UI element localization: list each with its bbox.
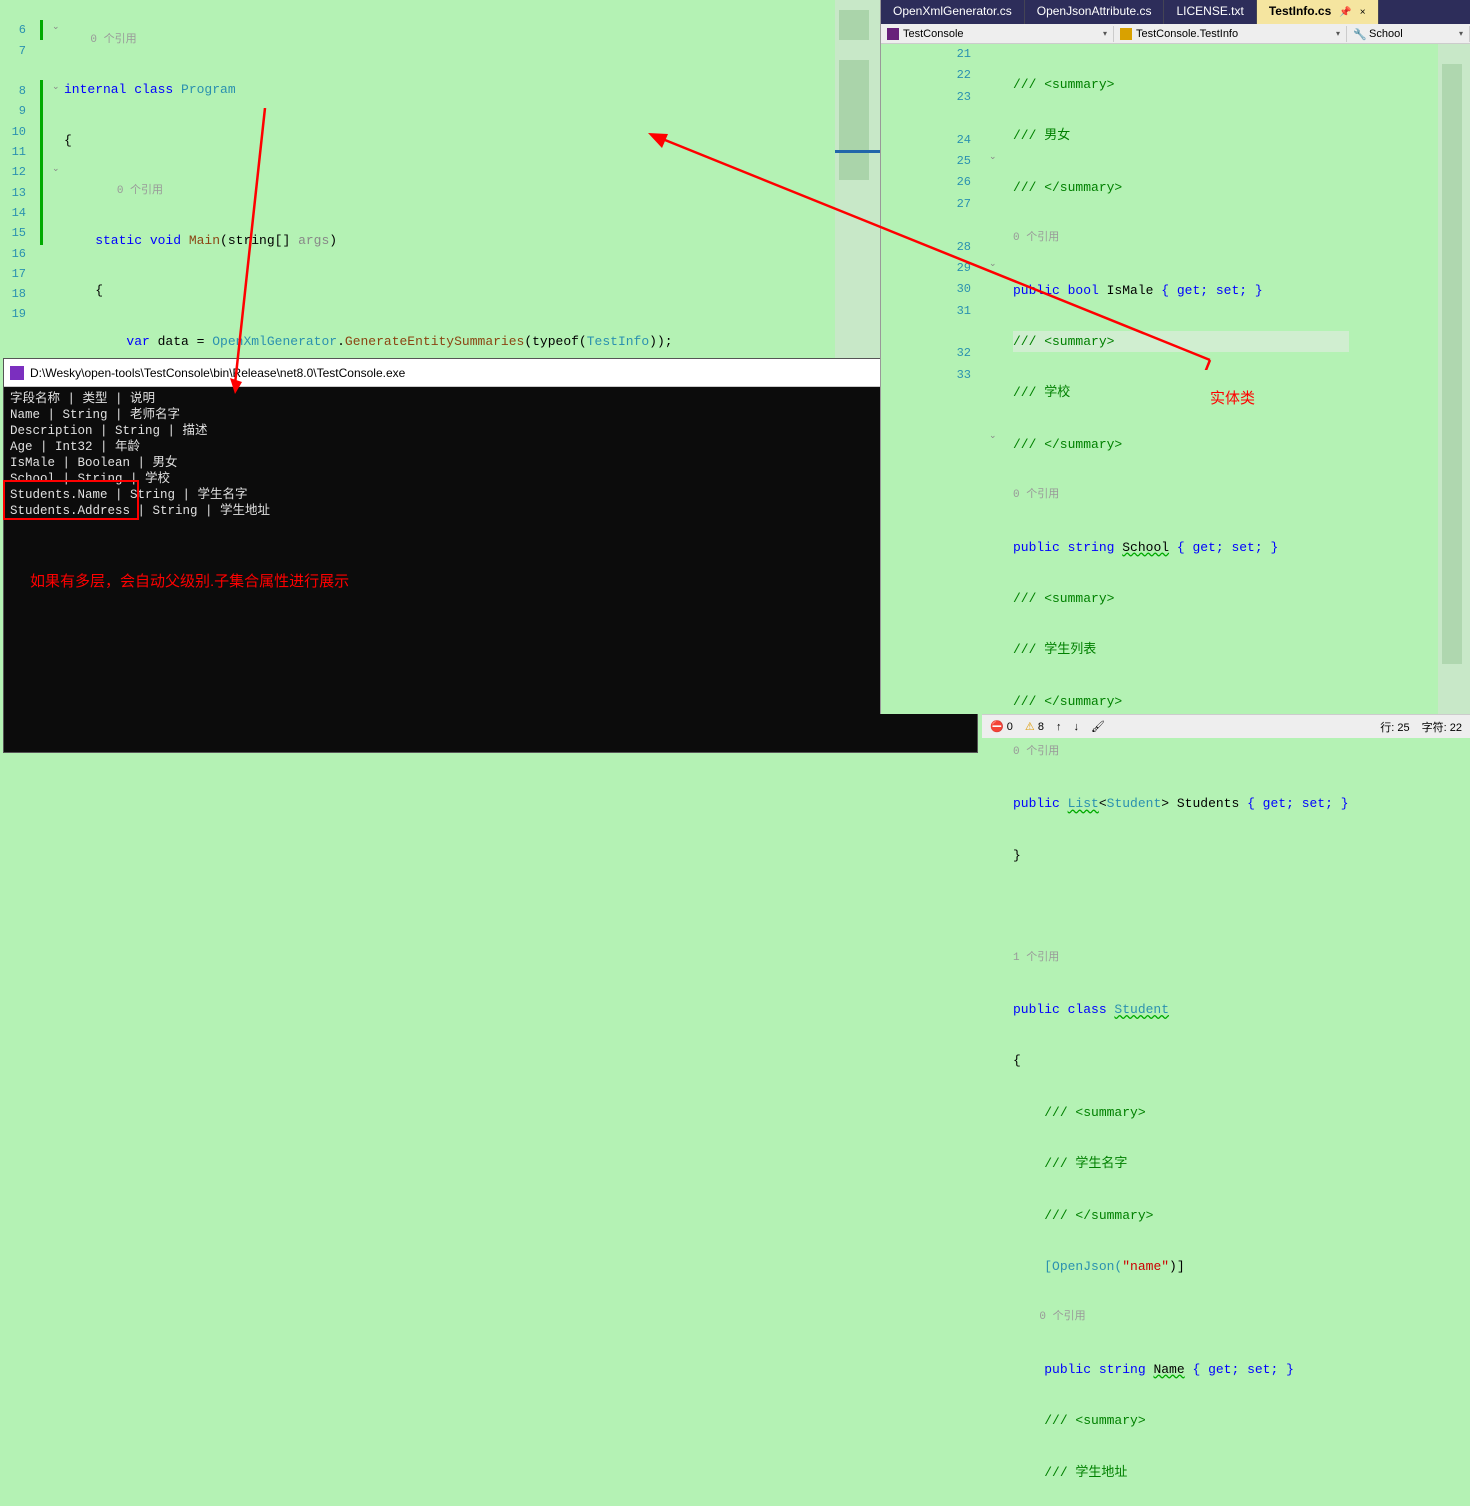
navigation-bar: TestConsole▾ TestConsole.TestInfo▾ 🔧Scho… — [881, 24, 1470, 44]
class-selector[interactable]: TestConsole.TestInfo▾ — [1114, 26, 1347, 42]
pin-icon[interactable]: 📌 — [1339, 7, 1351, 18]
tab-license[interactable]: LICENSE.txt — [1164, 0, 1256, 24]
left-line-numbers: 678910111213141516171819 — [0, 0, 30, 325]
class-icon — [1120, 28, 1132, 40]
error-count[interactable]: ⛔ 0 — [990, 720, 1013, 733]
console-output[interactable]: 字段名称 | 类型 | 说明Name | String | 老师名字Descri… — [4, 387, 977, 523]
chevron-down-icon[interactable]: ⌄ — [52, 22, 60, 32]
member-selector[interactable]: 🔧School▾ — [1347, 26, 1470, 42]
warning-count[interactable]: ⚠ 8 — [1025, 720, 1044, 733]
chevron-down-icon: ▾ — [1103, 29, 1107, 38]
right-minimap[interactable] — [1438, 44, 1470, 714]
chevron-down-icon[interactable]: ⌄ — [52, 164, 60, 174]
tab-openxmlgenerator[interactable]: OpenXmlGenerator.cs — [881, 0, 1025, 24]
left-editor: 678910111213141516171819 ⌄ ⌄ ⌄ 0 个引用 int… — [0, 0, 880, 360]
tab-openjsonattribute[interactable]: OpenJsonAttribute.cs — [1025, 0, 1165, 24]
line-indicator[interactable]: 行: 25 — [1380, 719, 1409, 735]
namespace-selector[interactable]: TestConsole▾ — [881, 26, 1114, 42]
right-code-body[interactable]: 21222324252627282930313233 ⌄ ⌄ ⌄ /// <su… — [881, 44, 1470, 714]
wrench-icon: 🔧 — [1353, 28, 1365, 40]
annotation-text: 如果有多层，会自动父级别.子集合属性进行展示 — [30, 570, 349, 591]
brush-icon[interactable]: 🖌 — [1091, 720, 1105, 733]
chevron-down-icon[interactable]: ⌄ — [989, 152, 997, 162]
left-minimap[interactable] — [835, 0, 880, 360]
annotation-box — [3, 480, 139, 520]
chevron-down-icon[interactable]: ⌄ — [989, 431, 997, 441]
close-icon[interactable]: × — [1360, 7, 1366, 18]
console-title: D:\Wesky\open-tools\TestConsole\bin\Rele… — [30, 366, 405, 380]
char-indicator[interactable]: 字符: 22 — [1422, 719, 1462, 735]
entity-annotation: 实体类 — [1210, 387, 1255, 408]
up-arrow-icon[interactable]: ↑ — [1056, 721, 1062, 733]
console-icon — [10, 366, 24, 380]
console-window: D:\Wesky\open-tools\TestConsole\bin\Rele… — [3, 358, 978, 753]
chevron-down-icon: ▾ — [1459, 29, 1463, 38]
status-bar: ⛔ 0 ⚠ 8 ↑ ↓ 🖌 行: 25 字符: 22 — [982, 714, 1470, 738]
tab-testinfo[interactable]: TestInfo.cs📌× — [1257, 0, 1379, 24]
file-tabs: OpenXmlGenerator.cs OpenJsonAttribute.cs… — [881, 0, 1470, 24]
down-arrow-icon[interactable]: ↓ — [1073, 721, 1079, 733]
console-titlebar[interactable]: D:\Wesky\open-tools\TestConsole\bin\Rele… — [4, 359, 977, 387]
right-editor: OpenXmlGenerator.cs OpenJsonAttribute.cs… — [880, 0, 1470, 714]
chevron-down-icon[interactable]: ⌄ — [52, 82, 60, 92]
chevron-down-icon: ▾ — [1336, 29, 1340, 38]
csharp-icon — [887, 28, 899, 40]
chevron-down-icon[interactable]: ⌄ — [989, 259, 997, 269]
right-line-numbers: 21222324252627282930313233 — [881, 44, 979, 386]
